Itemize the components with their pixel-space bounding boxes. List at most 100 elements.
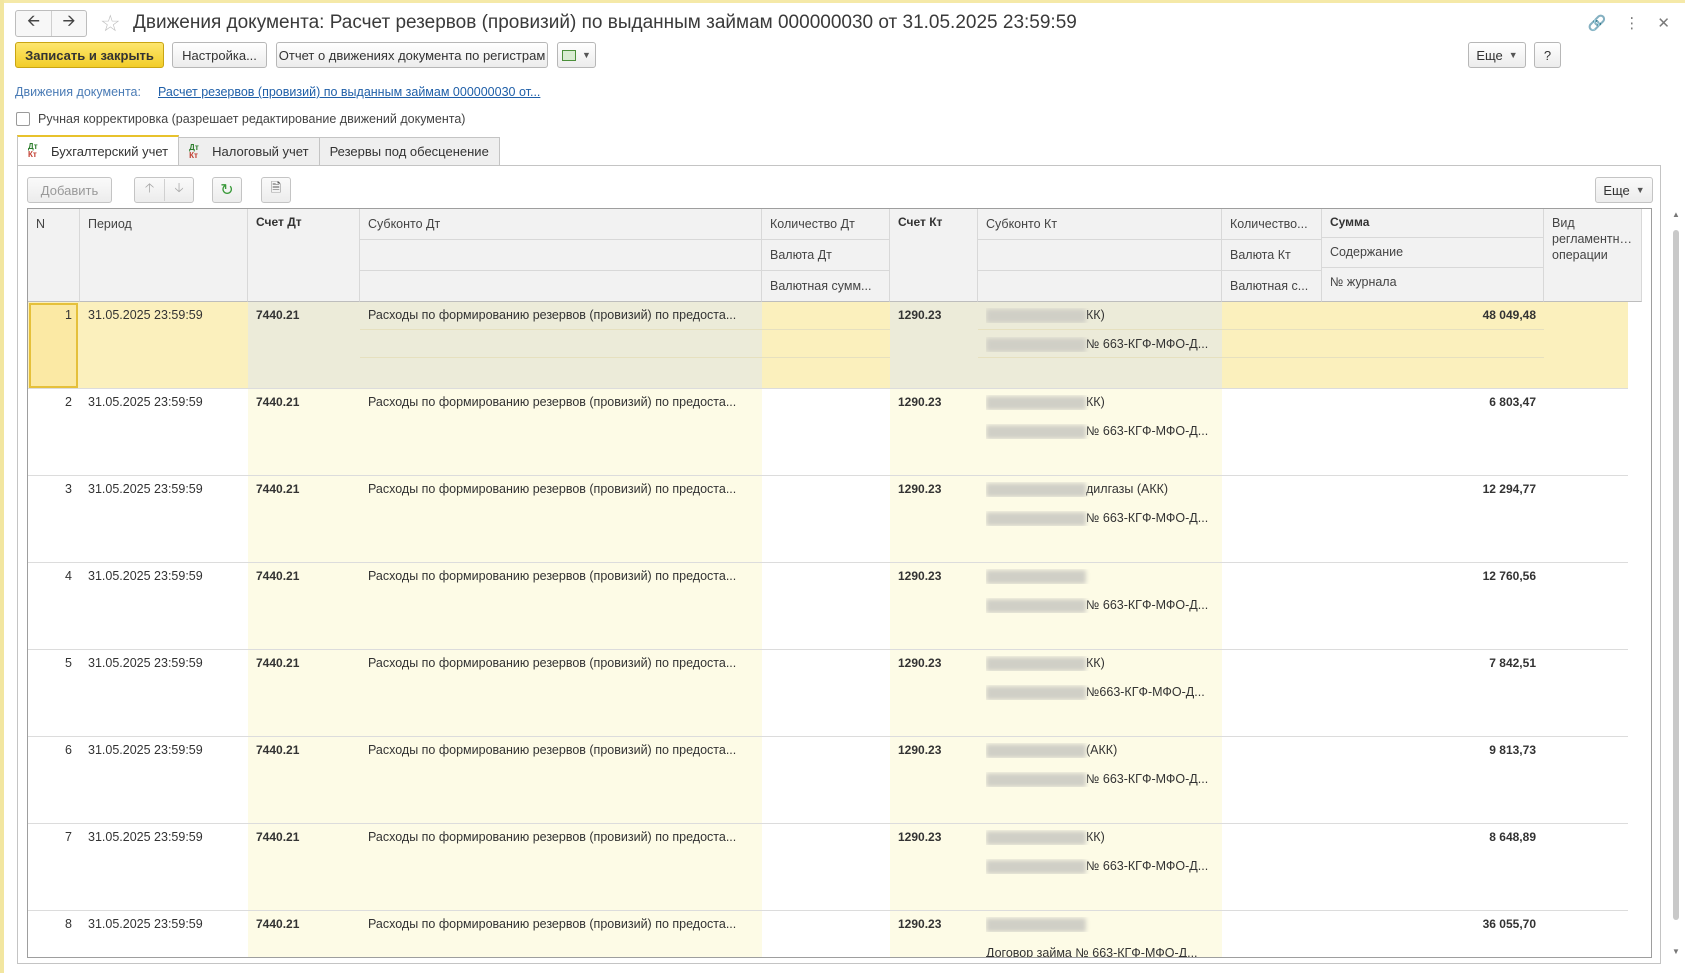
forward-button[interactable]: 🡪 xyxy=(51,11,86,36)
subconto-dt-value: Расходы по формированию резервов (провиз… xyxy=(368,830,737,844)
subconto-kt-cell: Договор займа № 663-КГФ-МФО-Д... xyxy=(978,911,1222,958)
col-header-account-kt[interactable]: Счет Кт xyxy=(890,209,978,302)
sub-divider xyxy=(1322,357,1544,358)
account-kt-cell: 1290.23 xyxy=(890,737,978,823)
table-scrollbar[interactable]: ▲ ▼ xyxy=(1671,210,1681,956)
col-header-subconto-dt[interactable]: Субконто Дт xyxy=(360,209,762,302)
table-row[interactable]: 3 31.05.2025 23:59:59 7440.21 Расходы по фо… xyxy=(28,476,1628,563)
account-kt-value: 1290.23 xyxy=(898,656,942,670)
more-vertical-icon[interactable]: ⋮ xyxy=(1624,14,1639,32)
qty-dt-cell xyxy=(762,389,890,475)
subconto-kt-line1-text: КК) xyxy=(1086,395,1105,409)
col-header-subconto-kt[interactable]: Субконто Кт xyxy=(978,209,1222,302)
back-button[interactable]: 🡨 xyxy=(16,11,51,36)
col-header-account-dt[interactable]: Счет Дт xyxy=(248,209,360,302)
table-row[interactable]: 5 31.05.2025 23:59:59 7440.21 Расходы по фо… xyxy=(28,650,1628,737)
registers-icon xyxy=(562,49,577,61)
account-dt-cell: 7440.21 xyxy=(248,389,360,475)
more-button[interactable]: Еще ▼ xyxy=(1468,42,1526,68)
doc-link[interactable]: Расчет резервов (провизий) по выданным з… xyxy=(158,85,540,99)
chevron-down-icon: ▼ xyxy=(1635,185,1645,195)
tab-tax[interactable]: Дт Кт Налоговый учет xyxy=(178,137,320,165)
account-kt-value: 1290.23 xyxy=(898,743,942,757)
move-up-icon[interactable]: 🡡 xyxy=(135,179,164,201)
history-nav: 🡨 🡪 xyxy=(15,10,87,37)
redacted-text xyxy=(986,743,1086,758)
subconto-kt-line1-text: дилгазы (АКК) xyxy=(1086,482,1169,496)
account-dt-cell: 7440.21 xyxy=(248,476,360,562)
table-row[interactable]: 6 31.05.2025 23:59:59 7440.21 Расходы по фо… xyxy=(28,737,1628,824)
move-down-icon[interactable]: 🡣 xyxy=(163,179,193,201)
save-close-button[interactable]: Записать и закрыть xyxy=(15,42,164,68)
settings-button[interactable]: Настройка... xyxy=(172,42,267,68)
subconto-kt-line2-text: № 663-КГФ-МФО-Д... xyxy=(1086,337,1209,351)
subconto-kt-line1: (АКК) xyxy=(986,743,1214,758)
col-header-sum[interactable]: Сумма Содержание № журнала xyxy=(1322,209,1544,302)
add-button[interactable]: Добавить xyxy=(27,177,112,203)
report-settings-button[interactable]: 🗎 xyxy=(261,177,291,203)
sum-cell: 7 842,51 xyxy=(1322,650,1544,736)
scroll-down-icon[interactable]: ▼ xyxy=(1671,947,1681,956)
operation-type-cell xyxy=(1544,911,1642,957)
account-dt-value: 7440.21 xyxy=(256,743,300,757)
close-icon[interactable]: ✕ xyxy=(1657,14,1670,32)
col-header-operation-type[interactable]: Вид регламентной операции xyxy=(1544,209,1642,302)
table-more-button[interactable]: Еще ▼ xyxy=(1595,177,1653,203)
doc-link-label: Движения документа: xyxy=(15,85,141,99)
scroll-thumb[interactable] xyxy=(1673,230,1679,920)
table-row[interactable]: 4 31.05.2025 23:59:59 7440.21 Расходы по фо… xyxy=(28,563,1628,650)
qty-kt-cell xyxy=(1222,302,1322,388)
operation-type-cell xyxy=(1544,389,1642,475)
subconto-kt-line2-text: Договор займа № 663-КГФ-МФО-Д... xyxy=(986,946,1198,958)
col-header-qty-kt[interactable]: Количество... Валюта Кт Валютная с... xyxy=(1222,209,1322,302)
manual-edit-label[interactable]: Ручная корректировка (разрешает редактир… xyxy=(38,112,465,126)
operation-type-cell xyxy=(1544,476,1642,562)
account-dt-cell: 7440.21 xyxy=(248,737,360,823)
operation-type-cell xyxy=(1544,650,1642,736)
period-cell: 31.05.2025 23:59:59 xyxy=(80,302,248,388)
account-kt-cell: 1290.23 xyxy=(890,476,978,562)
col-header-n[interactable]: N xyxy=(28,209,80,302)
chevron-down-icon: ▼ xyxy=(1508,50,1518,60)
operation-type-cell xyxy=(1544,824,1642,910)
subconto-kt-line2-text: № 663-КГФ-МФО-Д... xyxy=(1086,859,1209,873)
subconto-kt-cell: КК) №663-КГФ-МФО-Д... xyxy=(978,650,1222,736)
report-button[interactable]: Отчет о движениях документа по регистрам xyxy=(276,42,548,68)
register-menu-button[interactable]: ▼ xyxy=(557,42,596,68)
subconto-kt-line2-text: № 663-КГФ-МФО-Д... xyxy=(1086,511,1209,525)
tab-label: Резервы под обесценение xyxy=(329,144,489,159)
table-row[interactable]: 2 31.05.2025 23:59:59 7440.21 Расходы по фо… xyxy=(28,389,1628,476)
period-cell: 31.05.2025 23:59:59 xyxy=(80,824,248,910)
tab-accounting[interactable]: Дт Кт Бухгалтерский учет xyxy=(17,135,180,165)
header-label: Валюта Кт xyxy=(1230,248,1291,262)
table-row[interactable]: 8 31.05.2025 23:59:59 7440.21 Расходы по фо… xyxy=(28,911,1628,958)
subconto-dt-cell: Расходы по формированию резервов (провиз… xyxy=(360,476,762,562)
account-dt-cell: 7440.21 xyxy=(248,911,360,957)
refresh-button[interactable]: ↻ xyxy=(212,177,242,203)
col-header-period[interactable]: Период xyxy=(80,209,248,302)
manual-edit-checkbox[interactable] xyxy=(16,112,30,126)
subconto-dt-cell: Расходы по формированию резервов (провиз… xyxy=(360,824,762,910)
tab-reserves[interactable]: Резервы под обесценение xyxy=(318,137,500,165)
qty-dt-cell xyxy=(762,302,890,388)
window-left-border xyxy=(0,0,4,973)
subconto-kt-line2-text: № 663-КГФ-МФО-Д... xyxy=(1086,424,1209,438)
move-buttons: 🡡 🡣 xyxy=(134,177,194,203)
table-row[interactable]: 7 31.05.2025 23:59:59 7440.21 Расходы по фо… xyxy=(28,824,1628,911)
subconto-kt-line1: дилгазы (АКК) xyxy=(986,482,1214,497)
link-icon[interactable]: 🔗 xyxy=(1588,14,1607,32)
row-number: 2 xyxy=(65,395,72,409)
subconto-kt-cell: дилгазы (АКК) № 663-КГФ-МФО-Д... xyxy=(978,476,1222,562)
scroll-up-icon[interactable]: ▲ xyxy=(1671,210,1681,219)
entries-table: N Период Счет Дт Субконто Дт Количество … xyxy=(27,208,1652,958)
table-row[interactable]: 1 31.05.2025 23:59:59 7440.21 Расходы по фо… xyxy=(28,302,1628,389)
account-kt-value: 1290.23 xyxy=(898,917,942,931)
help-button[interactable]: ? xyxy=(1534,42,1561,68)
row-number: 5 xyxy=(65,656,72,670)
header-label: N xyxy=(36,217,46,231)
star-icon[interactable]: ☆ xyxy=(100,10,121,36)
subconto-kt-line1-text: КК) xyxy=(1086,308,1105,322)
account-dt-value: 7440.21 xyxy=(256,830,300,844)
arrow-right-icon: 🡪 xyxy=(62,13,76,30)
col-header-qty-dt[interactable]: Количество Дт Валюта Дт Валютная сумм... xyxy=(762,209,890,302)
